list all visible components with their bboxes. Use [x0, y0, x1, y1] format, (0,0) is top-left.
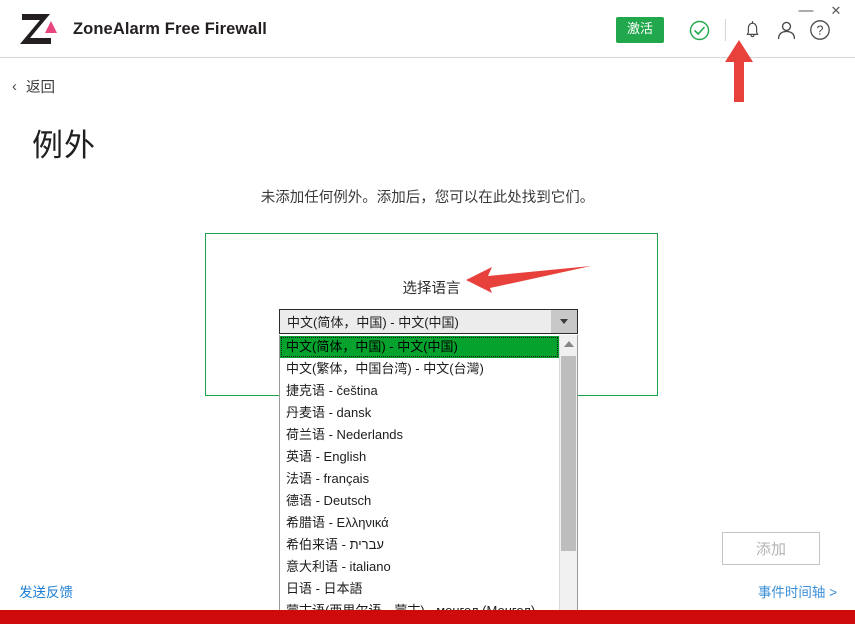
svg-text:?: ? [817, 24, 824, 38]
header-divider [725, 19, 726, 41]
event-timeline-link[interactable]: 事件时间轴 > [758, 581, 837, 601]
bottom-status-bar [0, 610, 855, 624]
language-option[interactable]: 荷兰语 - Nederlands [280, 424, 559, 446]
language-combobox-value: 中文(简体，中国) - 中文(中国) [287, 315, 459, 330]
language-combobox[interactable]: 中文(简体，中国) - 中文(中国) [279, 309, 578, 334]
language-option[interactable]: 德语 - Deutsch [280, 490, 559, 512]
help-circle-icon[interactable]: ? [803, 13, 837, 47]
language-option[interactable]: 意大利语 - italiano [280, 556, 559, 578]
language-option[interactable]: 中文(简体，中国) - 中文(中国) [280, 336, 559, 358]
app-title: ZoneAlarm Free Firewall [73, 19, 267, 38]
language-option-list: 中文(简体，中国) - 中文(中国) 中文(繁体，中国台湾) - 中文(台灣) 捷克… [280, 335, 559, 623]
chevron-down-icon[interactable] [551, 310, 577, 333]
bell-icon[interactable] [735, 13, 769, 47]
header-actions: 激活 ? [615, 13, 837, 47]
page-title: 例外 [32, 128, 96, 163]
activate-button[interactable]: 激活 [615, 17, 664, 43]
language-option[interactable]: 丹麦语 - dansk [280, 402, 559, 424]
zonealarm-logo-icon [17, 9, 61, 49]
brand-block: ZoneAlarm Free Firewall [17, 9, 267, 49]
language-option[interactable]: 捷克语 - čeština [280, 380, 559, 402]
language-option[interactable]: 希腊语 - Ελληνικά [280, 512, 559, 534]
language-option[interactable]: 日语 - 日本語 [280, 578, 559, 600]
language-option[interactable]: 中文(繁体，中国台湾) - 中文(台灣) [280, 358, 559, 380]
language-option[interactable]: 法语 - français [280, 468, 559, 490]
title-bar: ZoneAlarm Free Firewall — ✕ 激活 ? [0, 0, 855, 58]
back-label: 返回 [26, 80, 55, 96]
dropdown-scrollbar[interactable] [559, 335, 577, 623]
send-feedback-link[interactable]: 发送反馈 [19, 581, 73, 601]
chevron-left-icon: ‹ [12, 77, 17, 95]
scrollbar-thumb[interactable] [561, 356, 576, 551]
select-language-label: 选择语言 [402, 281, 461, 297]
add-button[interactable]: 添加 [722, 532, 820, 565]
scroll-up-arrow-icon[interactable] [560, 335, 577, 352]
empty-state-message: 未添加任何例外。添加后，您可以在此处找到它们。 [260, 190, 595, 206]
language-option[interactable]: 希伯来语 - עברית [280, 534, 559, 556]
check-circle-icon[interactable] [682, 13, 716, 47]
person-icon[interactable] [769, 13, 803, 47]
language-option[interactable]: 英语 - English [280, 446, 559, 468]
back-navigation[interactable]: ‹ 返回 [12, 76, 55, 97]
language-dropdown-list[interactable]: 中文(简体，中国) - 中文(中国) 中文(繁体，中国台湾) - 中文(台灣) 捷克… [279, 335, 578, 624]
